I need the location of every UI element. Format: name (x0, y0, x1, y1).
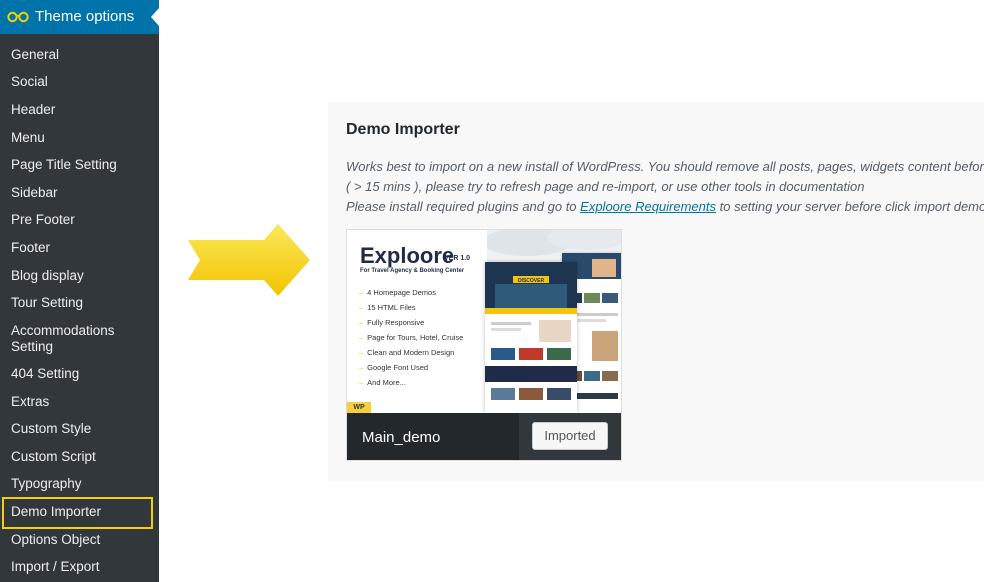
panel-description: Works best to import on a new install of… (346, 157, 984, 217)
feature-label: 15 HTML Files (367, 303, 416, 312)
sidebar-item-custom-style[interactable]: Custom Style (11, 421, 151, 437)
demo-importer-panel: Demo Importer Works best to import on a … (328, 102, 984, 481)
demo-thumbnail[interactable]: DISCOVER Exploore VER 1.0 For Travel Age… (347, 230, 621, 413)
glasses-icon (7, 11, 29, 23)
pointer-arrow-icon (188, 224, 310, 296)
sidebar-item-header[interactable]: Header (11, 102, 151, 118)
sidebar-item-tour-setting[interactable]: Tour Setting (11, 295, 151, 311)
screenshot-main: DISCOVER (485, 262, 577, 413)
feature-label: And More... (367, 378, 406, 387)
feature-label: 4 Homepage Demos (367, 288, 436, 297)
thumbnail-brand: Exploore (360, 243, 455, 268)
requirements-link[interactable]: Exploore Requirements (580, 199, 716, 214)
sidebar-item-extras[interactable]: Extras (11, 394, 151, 410)
sidebar-item-footer[interactable]: Footer (11, 240, 151, 256)
feature-item: –15 HTML Files (359, 303, 416, 312)
feature-item: – And More... (359, 378, 406, 387)
demo-card[interactable]: DISCOVER Exploore VER 1.0 For Travel Age… (346, 229, 622, 461)
demo-name: Main_demo (362, 429, 441, 446)
main-page-preview: DISCOVER (485, 262, 577, 400)
sidebar-item-blog-display[interactable]: Blog display (11, 268, 151, 284)
feature-item: –4 Homepage Demos (359, 288, 436, 297)
feature-label: Clean and Modern Design (367, 348, 455, 357)
sidebar-item-page-title-setting[interactable]: Page Title Setting (11, 157, 151, 173)
sidebar-header[interactable]: Theme options (0, 0, 159, 34)
sidebar-item-social[interactable]: Social (11, 74, 151, 90)
theme-options-sidebar: Theme options General Social Header Menu… (0, 0, 159, 582)
sidebar-item-demo-importer[interactable]: Demo Importer (11, 504, 151, 520)
sidebar-item-menu[interactable]: Menu (11, 130, 151, 146)
feature-label: Google Font Used (367, 363, 429, 372)
description-line-3-start: Please install required plugins and go t… (346, 199, 581, 214)
thumbnail-version: VER 1.0 (444, 255, 471, 262)
feature-label: Fully Responsive (367, 318, 425, 327)
active-caret-icon (151, 8, 159, 26)
description-line-2: ( > 15 mins ), please try to refresh pag… (346, 179, 865, 194)
imported-button[interactable]: Imported (532, 422, 608, 450)
sidebar-item-accommodations-setting[interactable]: Accommodations Setting (11, 323, 131, 355)
description-line-1: Works best to import on a new install of… (346, 159, 984, 174)
sidebar-item-general[interactable]: General (11, 47, 151, 63)
feature-label: Page for Tours, Hotel, Cruise (367, 333, 464, 342)
demo-action-area: Imported (519, 413, 621, 460)
sidebar-item-typography[interactable]: Typography (11, 476, 151, 492)
sidebar-item-custom-script[interactable]: Custom Script (11, 449, 151, 465)
sidebar-item-404-setting[interactable]: 404 Setting (11, 366, 151, 382)
description-line-3: Please install required plugins and go t… (346, 197, 984, 217)
sidebar-item-import-export[interactable]: Import / Export (11, 559, 151, 575)
description-line-3-end: to setting your server before click impo… (716, 199, 984, 214)
sidebar-title: Theme options (35, 8, 135, 25)
discover-heading: DISCOVER (518, 278, 545, 284)
panel-title: Demo Importer (346, 121, 460, 138)
feature-item: – Page for Tours, Hotel, Cruise (359, 333, 464, 342)
sidebar-item-sidebar[interactable]: Sidebar (11, 185, 151, 201)
feature-item: – Google Font Used (359, 363, 429, 372)
sidebar-item-options-object[interactable]: Options Object (11, 532, 151, 548)
feature-item: – Fully Responsive (359, 318, 425, 327)
wp-badge: WP (347, 402, 371, 413)
feature-item: – Clean and Modern Design (359, 348, 455, 357)
demo-card-footer: Main_demo Imported (347, 413, 621, 460)
thumbnail-tagline: For Travel Agency & Booking Center (360, 268, 465, 274)
sidebar-item-pre-footer[interactable]: Pre Footer (11, 212, 151, 228)
